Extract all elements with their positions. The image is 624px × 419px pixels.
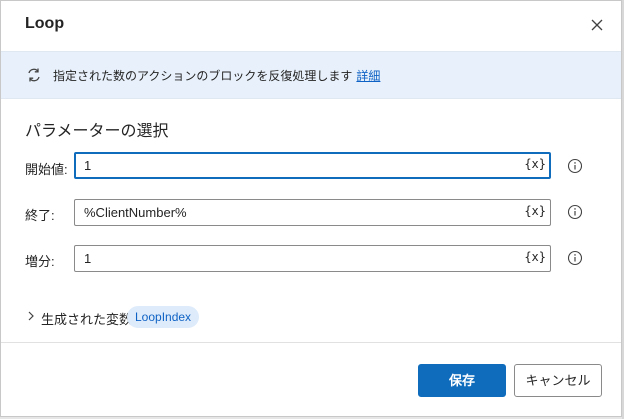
save-button[interactable]: 保存 — [418, 364, 506, 397]
start-value-label: 開始値: — [25, 162, 68, 177]
end-value-variable-button[interactable]: {x} — [524, 204, 546, 218]
increment-label: 増分: — [25, 254, 55, 269]
info-description: 指定された数のアクションのブロックを反復処理します — [53, 69, 353, 83]
start-value-variable-button[interactable]: {x} — [524, 157, 546, 171]
loop-index-variable-chip[interactable]: LoopIndex — [127, 306, 200, 328]
dialog-title: Loop — [25, 15, 65, 32]
info-bar: 指定された数のアクションのブロックを反復処理します 詳細 — [1, 51, 621, 99]
info-circle-icon[interactable] — [567, 158, 583, 174]
increment-text: 1 — [84, 251, 92, 266]
close-icon — [591, 19, 603, 31]
learn-more-link[interactable]: 詳細 — [356, 69, 380, 83]
cancel-button[interactable]: キャンセル — [514, 364, 602, 397]
start-value-text: 1 — [84, 158, 92, 173]
dialog-titlebar: Loop — [1, 1, 621, 51]
increment-field[interactable]: 1 {x} — [74, 245, 551, 272]
info-circle-icon[interactable] — [567, 250, 583, 266]
info-text-wrap: 指定された数のアクションのブロックを反復処理します 詳細 — [53, 67, 380, 84]
generated-variables-label[interactable]: 生成された変数 — [41, 309, 132, 328]
loop-icon — [28, 68, 40, 82]
chevron-right-icon[interactable] — [25, 310, 37, 322]
close-button[interactable] — [587, 15, 607, 35]
increment-variable-button[interactable]: {x} — [524, 250, 546, 264]
loop-dialog: Loop 指定された数のアクションのブロックを反復処理します 詳細 パラメーターの… — [0, 0, 622, 417]
footer-divider — [1, 342, 621, 343]
section-title: パラメーターの選択 — [25, 123, 169, 140]
end-value-label: 終了: — [25, 208, 55, 223]
start-value-field[interactable]: 1 {x} — [74, 152, 551, 179]
end-value-text: %ClientNumber% — [84, 205, 187, 220]
info-circle-icon[interactable] — [567, 204, 583, 220]
end-value-field[interactable]: %ClientNumber% {x} — [74, 199, 551, 226]
